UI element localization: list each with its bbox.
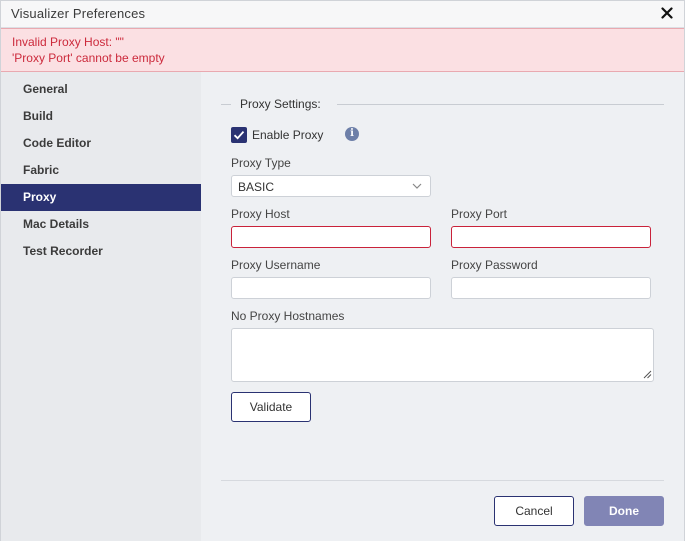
proxy-host-label: Proxy Host xyxy=(231,207,290,221)
legend-divider-left xyxy=(221,104,231,105)
footer-divider xyxy=(221,480,664,481)
error-banner: Invalid Proxy Host: "" 'Proxy Port' cann… xyxy=(1,28,684,72)
close-icon[interactable] xyxy=(658,3,676,23)
error-message-port: 'Proxy Port' cannot be empty xyxy=(12,51,165,65)
proxy-password-input[interactable] xyxy=(451,277,651,299)
validate-button[interactable]: Validate xyxy=(231,392,311,422)
sidebar-item-mac-details[interactable]: Mac Details xyxy=(1,211,201,238)
content-panel xyxy=(201,72,684,541)
resize-grip-icon[interactable] xyxy=(643,370,652,379)
proxy-type-label: Proxy Type xyxy=(231,156,291,170)
proxy-username-label: Proxy Username xyxy=(231,258,321,272)
done-button[interactable]: Done xyxy=(584,496,664,526)
proxy-username-input[interactable] xyxy=(231,277,431,299)
proxy-type-select[interactable]: BASIC xyxy=(231,175,431,197)
enable-proxy-checkbox[interactable] xyxy=(231,127,247,143)
enable-proxy-label: Enable Proxy xyxy=(252,128,324,142)
proxy-password-label: Proxy Password xyxy=(451,258,538,272)
sidebar-item-proxy[interactable]: Proxy xyxy=(1,184,201,211)
sidebar-item-fabric[interactable]: Fabric xyxy=(1,157,201,184)
proxy-port-label: Proxy Port xyxy=(451,207,508,221)
error-message-host: Invalid Proxy Host: "" xyxy=(12,35,124,49)
sidebar-item-build[interactable]: Build xyxy=(1,103,201,130)
proxy-host-input[interactable] xyxy=(231,226,431,248)
cancel-button[interactable]: Cancel xyxy=(494,496,574,526)
chevron-down-icon xyxy=(412,183,422,189)
title-bar: Visualizer Preferences xyxy=(1,1,684,28)
legend-divider-right xyxy=(337,104,664,105)
section-title: Proxy Settings: xyxy=(240,97,321,111)
sidebar: General Build Code Editor Fabric Proxy M… xyxy=(1,72,201,541)
no-proxy-hostnames-input[interactable] xyxy=(231,328,654,382)
checkmark-icon xyxy=(233,131,245,140)
window-title: Visualizer Preferences xyxy=(11,6,146,21)
info-icon[interactable]: i xyxy=(345,127,359,141)
proxy-settings-legend: Proxy Settings: xyxy=(221,97,664,111)
sidebar-item-general[interactable]: General xyxy=(1,76,201,103)
proxy-type-value: BASIC xyxy=(238,180,275,194)
proxy-port-input[interactable] xyxy=(451,226,651,248)
no-proxy-hostnames-label: No Proxy Hostnames xyxy=(231,309,345,323)
sidebar-item-code-editor[interactable]: Code Editor xyxy=(1,130,201,157)
preferences-dialog: Visualizer Preferences Invalid Proxy Hos… xyxy=(0,0,685,541)
sidebar-item-test-recorder[interactable]: Test Recorder xyxy=(1,238,201,265)
